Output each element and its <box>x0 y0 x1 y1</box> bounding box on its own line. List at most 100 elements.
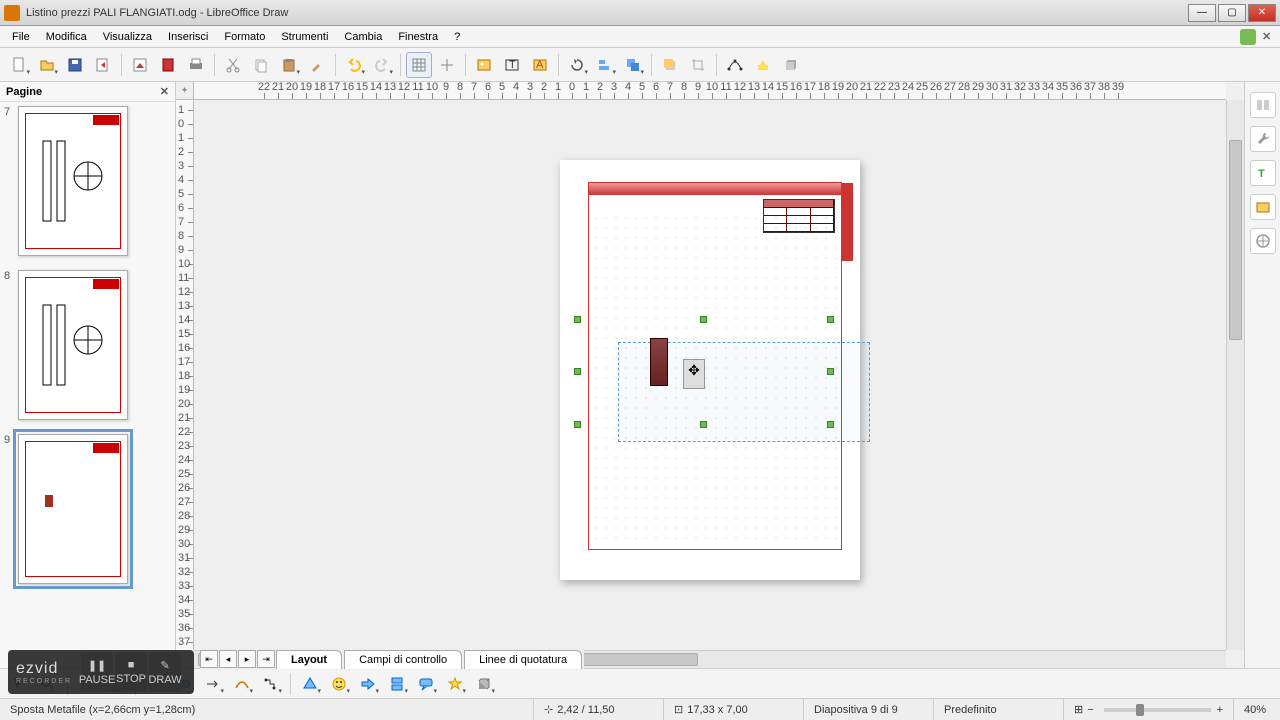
insert-image-button[interactable] <box>471 52 497 78</box>
callouts-tool[interactable] <box>413 671 439 697</box>
status-style[interactable]: Predefinito <box>934 699 1064 720</box>
connector-tool[interactable] <box>258 671 284 697</box>
tab-prev[interactable]: ◂ <box>219 650 237 668</box>
page-thumbnail-8[interactable] <box>18 270 128 420</box>
vertical-scrollbar[interactable] <box>1226 100 1244 650</box>
page-thumbnail-7[interactable] <box>18 106 128 256</box>
zoom-controls[interactable]: ⊞ − + <box>1064 699 1234 720</box>
menu-tools[interactable]: Strumenti <box>273 29 336 45</box>
snap-lines-button[interactable] <box>434 52 460 78</box>
page-thumbnail-9[interactable] <box>18 434 128 584</box>
zoom-slider[interactable] <box>1104 708 1211 712</box>
tab-layout[interactable]: Layout <box>276 650 342 669</box>
pages-panel: Pagine ✕ 7 8 9 <box>0 82 176 668</box>
close-button[interactable]: ✕ <box>1248 4 1276 22</box>
properties-icon[interactable] <box>1250 92 1276 118</box>
format-paintbrush-button[interactable] <box>304 52 330 78</box>
arrow-tool[interactable] <box>200 671 226 697</box>
recorder-logo: ezvid RECORDER <box>8 660 80 685</box>
tab-last[interactable]: ⇥ <box>257 650 275 668</box>
vertical-ruler[interactable]: 1012345678910111213141516171819202122232… <box>176 100 194 650</box>
edit-points-button[interactable] <box>722 52 748 78</box>
pages-panel-close[interactable]: ✕ <box>160 85 169 98</box>
minimize-button[interactable]: — <box>1188 4 1216 22</box>
menu-modify[interactable]: Cambia <box>336 29 390 45</box>
menu-window[interactable]: Finestra <box>390 29 446 45</box>
glue-points-button[interactable] <box>750 52 776 78</box>
menu-file[interactable]: File <box>4 29 38 45</box>
flowchart-tool[interactable] <box>384 671 410 697</box>
menu-edit[interactable]: Modifica <box>38 29 95 45</box>
menu-help[interactable]: ? <box>446 29 468 45</box>
canvas[interactable]: ✥ <box>194 100 1226 650</box>
arrange-button[interactable] <box>620 52 646 78</box>
block-arrows-tool[interactable] <box>355 671 381 697</box>
insert-textbox-button[interactable]: T <box>499 52 525 78</box>
right-sidebar: T <box>1244 82 1280 668</box>
update-icon[interactable] <box>1240 29 1256 45</box>
horizontal-ruler[interactable]: 2221201918171615141312111098765432101234… <box>194 82 1226 100</box>
3d-objects-tool[interactable] <box>471 671 497 697</box>
recorder-stop-button[interactable]: ■STOP <box>115 653 147 691</box>
maximize-button[interactable]: ▢ <box>1218 4 1246 22</box>
export-button[interactable] <box>90 52 116 78</box>
export-pdf-button[interactable] <box>127 52 153 78</box>
save-button[interactable] <box>62 52 88 78</box>
copy-button[interactable] <box>248 52 274 78</box>
pages-panel-title: Pagine <box>6 86 42 98</box>
ruler-corner[interactable]: ✦ <box>176 82 194 100</box>
statusbar: Sposta Metafile (x=2,66cm y=1,28cm) ⊹2,4… <box>0 698 1280 720</box>
insert-fontwork-button[interactable]: A <box>527 52 553 78</box>
new-button[interactable] <box>6 52 32 78</box>
titlebar: Listino prezzi PALI FLANGIATI.odg - Libr… <box>0 0 1280 26</box>
move-cursor-icon: ✥ <box>688 362 700 379</box>
align-button[interactable] <box>592 52 618 78</box>
close-document-button[interactable]: ✕ <box>1262 30 1276 44</box>
gallery-icon[interactable] <box>1250 194 1276 220</box>
redo-button[interactable] <box>369 52 395 78</box>
svg-text:T: T <box>509 59 516 71</box>
menu-format[interactable]: Formato <box>216 29 273 45</box>
basic-shapes-tool[interactable] <box>297 671 323 697</box>
grid-button[interactable] <box>406 52 432 78</box>
extrusion-button[interactable] <box>778 52 804 78</box>
tab-first[interactable]: ⇤ <box>200 650 218 668</box>
print-preview-button[interactable] <box>155 52 181 78</box>
tab-controls[interactable]: Campi di controllo <box>344 650 462 669</box>
svg-text:T: T <box>1258 168 1265 180</box>
stars-tool[interactable] <box>442 671 468 697</box>
page-number: 8 <box>4 270 10 282</box>
styles-icon[interactable]: T <box>1250 160 1276 186</box>
print-button[interactable] <box>183 52 209 78</box>
open-button[interactable] <box>34 52 60 78</box>
menubar: File Modifica Visualizza Inserisci Forma… <box>0 26 1280 48</box>
status-slide: Diapositiva 9 di 9 <box>804 699 934 720</box>
crop-button[interactable] <box>685 52 711 78</box>
recorder-draw-button[interactable]: ✎DRAW <box>149 653 181 691</box>
status-position: ⊹2,42 / 11,50 <box>534 699 664 720</box>
tab-dimensions[interactable]: Linee di quotatura <box>464 650 582 669</box>
status-size: ⊡17,33 x 7,00 <box>664 699 804 720</box>
recorder-pause-button[interactable]: ❚❚PAUSE <box>81 653 113 691</box>
menu-view[interactable]: Visualizza <box>95 29 160 45</box>
paste-button[interactable] <box>276 52 302 78</box>
curve-tool[interactable] <box>229 671 255 697</box>
page-number: 7 <box>4 106 10 118</box>
navigator-icon[interactable] <box>1250 228 1276 254</box>
moving-object[interactable]: ✥ <box>650 338 705 389</box>
undo-button[interactable] <box>341 52 367 78</box>
shadow-button[interactable] <box>657 52 683 78</box>
fit-page-icon[interactable]: ⊞ <box>1074 703 1083 716</box>
wrench-icon[interactable] <box>1250 126 1276 152</box>
symbol-shapes-tool[interactable] <box>326 671 352 697</box>
window-title: Listino prezzi PALI FLANGIATI.odg - Libr… <box>26 7 1188 19</box>
pages-thumbnails[interactable]: 7 8 9 <box>0 102 175 668</box>
zoom-percent[interactable]: 40% <box>1234 699 1280 720</box>
tab-next[interactable]: ▸ <box>238 650 256 668</box>
menu-insert[interactable]: Inserisci <box>160 29 216 45</box>
rotate-button[interactable] <box>564 52 590 78</box>
svg-text:A: A <box>536 59 544 71</box>
status-action: Sposta Metafile (x=2,66cm y=1,28cm) <box>0 699 534 720</box>
cut-button[interactable] <box>220 52 246 78</box>
app-icon <box>4 5 20 21</box>
